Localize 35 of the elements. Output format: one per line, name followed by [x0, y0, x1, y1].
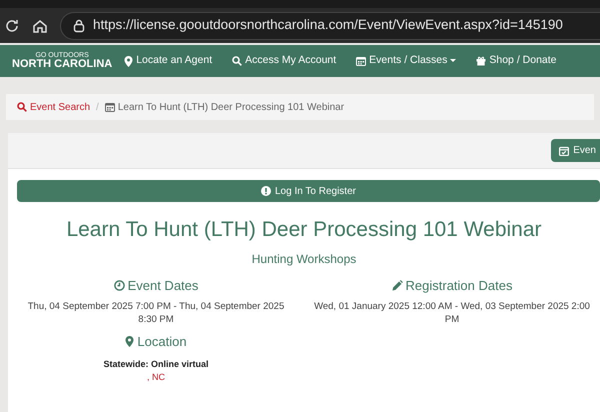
breadcrumb-link[interactable]: Event Search: [17, 100, 90, 114]
lock-icon: [73, 18, 85, 32]
gift-icon: [476, 56, 486, 66]
breadcrumb-separator: /: [96, 100, 99, 114]
section-heading: Registration Dates: [392, 276, 512, 295]
date-range: Thu, 04 September 2025 7:00 PM - Thu, 04 September 2025 8:30 PM: [26, 300, 286, 326]
section-heading: Location: [125, 332, 187, 352]
calendar-icon: [356, 56, 366, 66]
map-pin-icon: [124, 56, 134, 66]
url-text: https://license.gooutdoorsnorthcarolina.com/Event/ViewEvent.aspx?id=145190: [93, 16, 563, 34]
search-icon: [17, 102, 27, 112]
calendar-check-icon: [559, 146, 570, 156]
nav-link[interactable]: Access My Account: [232, 53, 336, 69]
event-category: Hunting Workshops: [250, 250, 358, 268]
register-button[interactable]: Log In To Register: [17, 180, 600, 202]
reload-icon[interactable]: [4, 18, 20, 34]
location-state: , NC: [147, 371, 165, 384]
home-icon[interactable]: [32, 18, 48, 34]
address-bar[interactable]: https://license.gooutdoorsnorthcarolina.com/Event/ViewEvent.aspx?id=145190: [60, 12, 600, 40]
pencil-icon: [392, 280, 403, 291]
date-range: Wed, 01 January 2025 12:00 AM - Wed, 03 September 2025 2:00 PM: [314, 300, 590, 326]
map-pin-icon: [125, 336, 134, 348]
event-title: Learn To Hunt (LTH) Deer Processing 101 Webinar: [65, 217, 543, 243]
nav-link[interactable]: Shop / Donate: [476, 53, 557, 69]
search-icon: [232, 56, 242, 66]
events-button[interactable]: Even: [551, 139, 600, 162]
section-heading: Event Dates: [114, 276, 198, 295]
breadcrumb-current[interactable]: Learn To Hunt (LTH) Deer Processing 101 Webinar: [104, 100, 344, 114]
logo-text: NORTH CAROLINA: [12, 59, 112, 70]
nav-link[interactable]: Events / Classes: [356, 53, 456, 69]
clock-icon: [114, 280, 125, 291]
calendar-icon: [104, 102, 115, 112]
nav-link[interactable]: Locate an Agent: [124, 53, 212, 69]
location-name: Statewide: Online virtual: [103, 358, 209, 370]
alert-icon: [261, 186, 271, 196]
